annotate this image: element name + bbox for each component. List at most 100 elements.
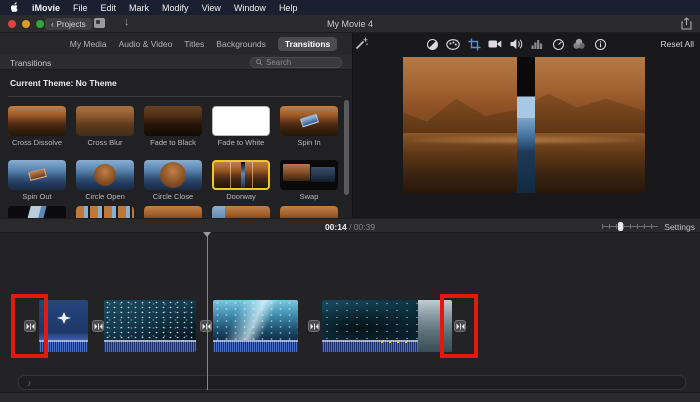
search-field[interactable] — [250, 57, 342, 68]
tab-my-media[interactable]: My Media — [70, 39, 107, 49]
transition-thumb-fade-to-white[interactable]: Fade to White — [212, 106, 270, 147]
magic-wand-icon — [355, 37, 368, 50]
transition-thumb-spin-in[interactable]: Spin In — [280, 106, 338, 147]
transition-label: Circle Close — [144, 192, 202, 201]
zoom-slider-track — [602, 226, 658, 227]
transitions-row-3-partial — [8, 206, 338, 218]
color-balance-button[interactable] — [425, 37, 439, 51]
transition-label: Fade to White — [212, 138, 270, 147]
info-button[interactable] — [593, 37, 607, 51]
share-button[interactable] — [681, 17, 692, 30]
current-time: 00:14 — [325, 222, 347, 232]
media-tab-bar: My Media Audio & Video Titles Background… — [0, 33, 352, 55]
color-balance-icon — [426, 38, 439, 51]
waveform-peak-marks — [381, 341, 409, 343]
transition-thumb-circle-open[interactable]: Circle Open — [76, 160, 134, 201]
stabilization-button[interactable] — [488, 37, 502, 51]
preview-doorway-strip — [517, 57, 535, 193]
divider — [8, 96, 342, 97]
transition-glyph-icon — [310, 323, 319, 330]
volume-button[interactable] — [509, 37, 523, 51]
menu-item-help[interactable]: Help — [279, 3, 298, 13]
menu-item-edit[interactable]: Edit — [101, 3, 117, 13]
browser-scrollbar[interactable] — [344, 100, 349, 195]
menu-item-view[interactable]: View — [202, 3, 221, 13]
crop-icon — [468, 38, 481, 51]
transition-label: Doorway — [212, 192, 270, 201]
settings-button[interactable]: Settings — [664, 222, 695, 232]
transition-glyph-icon — [202, 323, 211, 330]
transition-thumb-spin-out[interactable]: Spin Out — [8, 160, 66, 201]
title-bar: ‹ Projects ↓ My Movie 4 — [0, 15, 700, 33]
transition-label: Spin Out — [8, 192, 66, 201]
speedometer-icon — [552, 38, 565, 51]
transition-label: Spin In — [280, 138, 338, 147]
transition-thumb-swap[interactable]: Swap — [280, 160, 338, 201]
speed-button[interactable] — [551, 37, 565, 51]
speaker-icon — [510, 38, 523, 50]
transitions-browser: Current Theme: No Theme Cross Dissolve C… — [0, 70, 352, 218]
transition-label: Cross Dissolve — [8, 138, 66, 147]
timeline-clip-2[interactable] — [104, 300, 196, 352]
search-icon — [256, 59, 263, 66]
video-camera-icon — [488, 39, 502, 49]
timeline-zoom-slider[interactable] — [602, 222, 658, 231]
menu-item-file[interactable]: File — [73, 3, 88, 13]
transition-thumb-cross-blur[interactable]: Cross Blur — [76, 106, 134, 147]
crop-button[interactable] — [467, 37, 481, 51]
apple-logo-icon[interactable] — [10, 2, 19, 13]
timeline-clip-3[interactable] — [213, 300, 298, 352]
color-correction-icon — [446, 39, 460, 50]
transition-thumb-cross-dissolve[interactable]: Cross Dissolve — [8, 106, 66, 147]
menu-item-mark[interactable]: Mark — [129, 3, 149, 13]
playhead-line[interactable] — [207, 233, 208, 390]
total-time: / 00:39 — [349, 222, 375, 232]
background-music-track[interactable]: ♪ — [18, 375, 686, 390]
transition-thumb-doorway-selected[interactable]: Doorway — [212, 160, 270, 201]
timeline-toolbar: 00:14 / 00:39 Settings — [0, 218, 700, 233]
transition-thumb-partial-5[interactable] — [280, 206, 338, 218]
menu-item-window[interactable]: Window — [234, 3, 266, 13]
tab-transitions[interactable]: Transitions — [278, 37, 337, 51]
transition-thumb-partial-3[interactable] — [144, 206, 202, 218]
menu-bar: iMovie File Edit Mark Modify View Window… — [0, 0, 700, 15]
tab-backgrounds[interactable]: Backgrounds — [216, 39, 266, 49]
equalizer-bars-icon — [531, 39, 544, 49]
transition-thumb-circle-close[interactable]: Circle Close — [144, 160, 202, 201]
timeline-area[interactable]: ♪ — [0, 233, 700, 402]
transition-label: Circle Open — [76, 192, 134, 201]
tab-audio-video[interactable]: Audio & Video — [119, 39, 173, 49]
noise-reduction-button[interactable] — [530, 37, 544, 51]
transition-label: Swap — [280, 192, 338, 201]
share-icon — [681, 17, 692, 30]
timeline-bottom-strip — [0, 392, 700, 402]
menu-item-modify[interactable]: Modify — [162, 3, 189, 13]
timecode-display: 00:14 / 00:39 — [0, 222, 700, 232]
transition-label: Cross Blur — [76, 138, 134, 147]
annotation-rectangle-2 — [440, 294, 478, 358]
current-theme-label: Current Theme: No Theme — [10, 78, 117, 88]
transitions-row-1: Cross Dissolve Cross Blur Fade to Black … — [8, 106, 338, 147]
timeline-transition-icon-2[interactable] — [92, 320, 104, 332]
reset-all-button[interactable]: Reset All — [660, 39, 694, 49]
transition-thumb-partial-2[interactable] — [76, 206, 134, 218]
zoom-slider-handle[interactable] — [618, 222, 623, 231]
transition-thumb-partial-4[interactable] — [212, 206, 270, 218]
adjustments-toolbar — [425, 37, 607, 51]
browser-panel-header: Transitions — [0, 55, 352, 70]
transition-thumb-fade-to-black[interactable]: Fade to Black — [144, 106, 202, 147]
timeline-transition-icon-4[interactable] — [308, 320, 320, 332]
filters-circles-icon — [572, 38, 586, 50]
timeline-clip-4[interactable] — [322, 300, 452, 352]
search-input[interactable] — [266, 58, 336, 67]
playhead-marker[interactable] — [203, 232, 211, 237]
filters-button[interactable] — [572, 37, 586, 51]
menu-item-imovie[interactable]: iMovie — [32, 3, 60, 13]
viewer-panel: Reset All — [352, 33, 700, 218]
enhance-wand-button[interactable] — [355, 37, 368, 50]
timeline-transition-icon-3[interactable] — [200, 320, 212, 332]
transition-thumb-partial-1[interactable] — [8, 206, 66, 218]
preview-canvas[interactable] — [403, 57, 645, 193]
color-correction-button[interactable] — [446, 37, 460, 51]
tab-titles[interactable]: Titles — [184, 39, 204, 49]
